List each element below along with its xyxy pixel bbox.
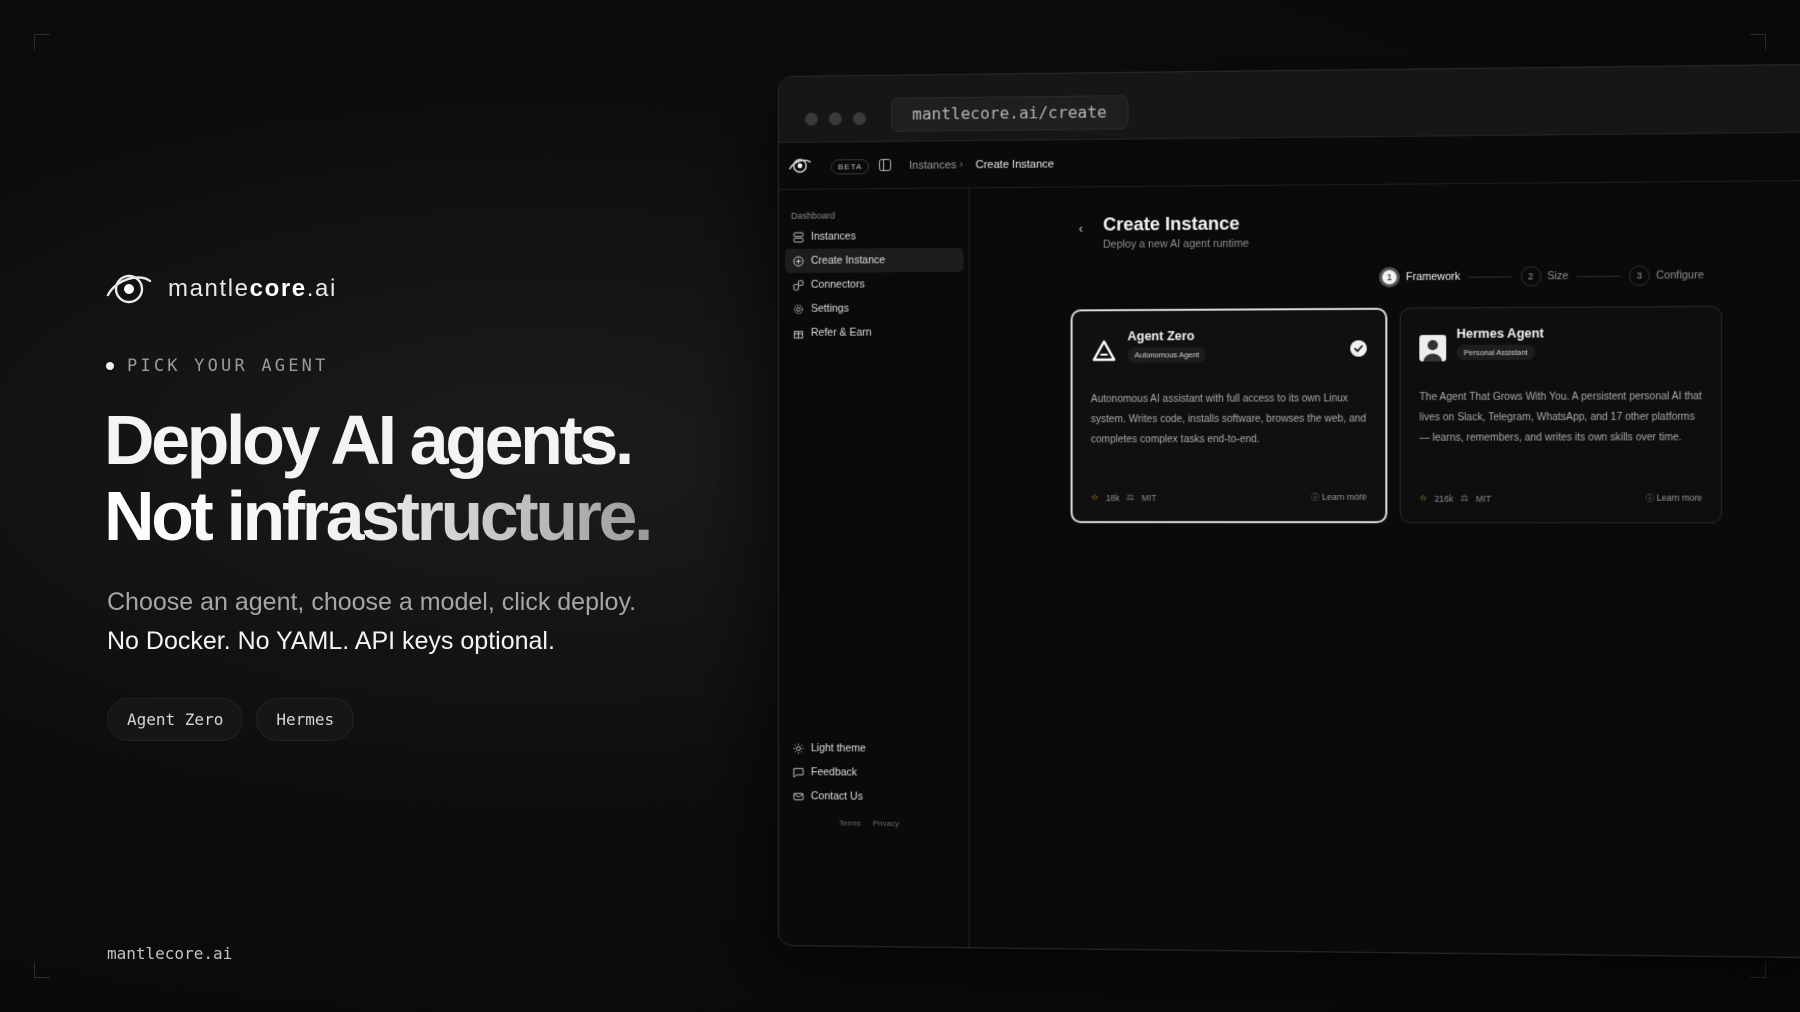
plug-icon — [793, 279, 803, 290]
card-badge: Autonomous Agent — [1127, 347, 1207, 363]
license-icon: ⚖ — [1126, 491, 1135, 502]
sidebar: Dashboard Instances Create Instance Conn… — [778, 189, 970, 948]
privacy-link[interactable]: Privacy — [873, 819, 899, 828]
eyebrow-label: PICK YOUR AGENT — [106, 356, 329, 376]
sidebar-section-title: Dashboard — [790, 210, 835, 221]
sidebar-item-contact-us[interactable]: Contact Us — [785, 784, 963, 809]
step-size[interactable]: 2 Size — [1520, 266, 1569, 287]
card-title: Hermes Agent — [1456, 326, 1544, 341]
learn-more-link[interactable]: ⓘ Learn more — [1311, 491, 1367, 503]
window-minimize-dot-icon[interactable] — [828, 112, 842, 126]
step-framework[interactable]: 1 Framework — [1379, 266, 1460, 288]
check-circle-icon — [1350, 340, 1367, 357]
page-subtitle: Deploy a new AI agent runtime — [1103, 237, 1249, 251]
sidebar-item-light-theme[interactable]: Light theme — [785, 736, 963, 761]
breadcrumb-separator: › — [959, 158, 964, 171]
url-bar[interactable]: mantlecore.ai/create — [891, 95, 1129, 132]
corner-mark-bottom-right — [1750, 962, 1766, 978]
card-hermes-agent[interactable]: Hermes Agent Personal Assistant The Agen… — [1399, 305, 1723, 524]
card-meta: ☆ 216k ⚖ MIT — [1419, 492, 1492, 504]
window-close-dot-icon[interactable] — [804, 112, 818, 126]
corner-mark-bottom-left — [34, 962, 50, 978]
sidebar-item-refer-earn[interactable]: Refer & Earn — [785, 320, 963, 345]
headline-line-2: Not infrastructure. — [104, 477, 653, 555]
bullet-dot-icon — [106, 362, 114, 370]
info-icon: ⓘ — [1310, 491, 1320, 502]
step-configure[interactable]: 3 Configure — [1628, 265, 1704, 286]
card-meta: ☆ 18k ⚖ MIT — [1090, 491, 1157, 503]
app-top-bar: BETA Instances › Create Instance — [778, 132, 1800, 190]
card-description: The Agent That Grows With You. A persist… — [1419, 391, 1702, 444]
hero-subtitle-2: No Docker. No YAML. API keys optional. — [107, 627, 555, 655]
brand-name: mantlecore.ai — [168, 275, 337, 302]
hermes-avatar-icon — [1419, 334, 1447, 362]
breadcrumb-instances[interactable]: Instances — [909, 159, 956, 171]
hero-headline: Deploy AI agents. Not infrastructure. — [104, 401, 653, 555]
framework-cards: Agent Zero Autonomous Agent Autonomous A… — [1070, 305, 1723, 524]
sidebar-toggle-icon[interactable] — [879, 159, 891, 171]
plus-circle-icon — [793, 255, 803, 266]
mail-icon — [793, 792, 803, 800]
star-icon: ☆ — [1090, 491, 1099, 502]
browser-window: mantlecore.ai/create BETA Instances › Cr… — [778, 63, 1800, 959]
footer-domain: mantlecore.ai — [107, 944, 233, 963]
stepper: 1 Framework 2 Size 3 Configure — [1379, 265, 1704, 288]
chip-hermes[interactable]: Hermes — [256, 698, 355, 741]
agent-chips: Agent Zero Hermes — [107, 698, 355, 741]
corner-mark-top-left — [34, 34, 50, 50]
server-icon — [793, 231, 803, 242]
learn-more-link[interactable]: ⓘ Learn more — [1645, 492, 1702, 504]
terms-link[interactable]: Terms — [839, 819, 861, 828]
page-title: Create Instance — [1103, 213, 1240, 235]
sidebar-item-settings[interactable]: Settings — [785, 296, 963, 321]
beta-badge: BETA — [830, 159, 870, 175]
chip-agent-zero[interactable]: Agent Zero — [107, 698, 244, 741]
card-description: Autonomous AI assistant with full access… — [1090, 393, 1367, 446]
app-body: Dashboard Instances Create Instance Conn… — [778, 182, 1800, 958]
step-connector — [1576, 275, 1621, 277]
sidebar-item-create-instance[interactable]: Create Instance — [784, 247, 964, 273]
sidebar-item-instances[interactable]: Instances — [785, 224, 963, 249]
brand-lockup: mantlecore.ai — [106, 269, 337, 309]
gear-icon — [793, 304, 803, 314]
sidebar-footer-links: Terms Privacy — [839, 819, 899, 829]
info-icon: ⓘ — [1645, 492, 1655, 503]
card-agent-zero[interactable]: Agent Zero Autonomous Agent Autonomous A… — [1070, 307, 1388, 524]
star-icon: ☆ — [1419, 492, 1428, 503]
card-badge: Personal Assistant — [1456, 344, 1535, 361]
breadcrumb-current: Create Instance — [975, 158, 1055, 172]
back-chevron-icon[interactable]: ‹ — [1079, 221, 1083, 236]
message-icon — [793, 767, 803, 778]
corner-mark-top-right — [1750, 34, 1766, 50]
app-logo-icon[interactable] — [788, 156, 811, 176]
license-icon: ⚖ — [1460, 492, 1469, 503]
sidebar-item-feedback[interactable]: Feedback — [785, 760, 963, 785]
sidebar-item-connectors[interactable]: Connectors — [785, 272, 963, 297]
card-title: Agent Zero — [1127, 328, 1195, 344]
sun-icon — [793, 742, 803, 753]
headline-line-1: Deploy AI agents. — [104, 401, 634, 479]
window-maximize-dot-icon[interactable] — [852, 112, 866, 126]
step-connector — [1468, 275, 1512, 278]
agent-zero-logo-icon — [1090, 337, 1118, 364]
orbit-logo-icon — [106, 274, 152, 304]
browser-chrome: mantlecore.ai/create — [778, 64, 1800, 143]
gift-icon — [793, 330, 803, 338]
hero-subtitle-1: Choose an agent, choose a model, click d… — [107, 588, 637, 616]
